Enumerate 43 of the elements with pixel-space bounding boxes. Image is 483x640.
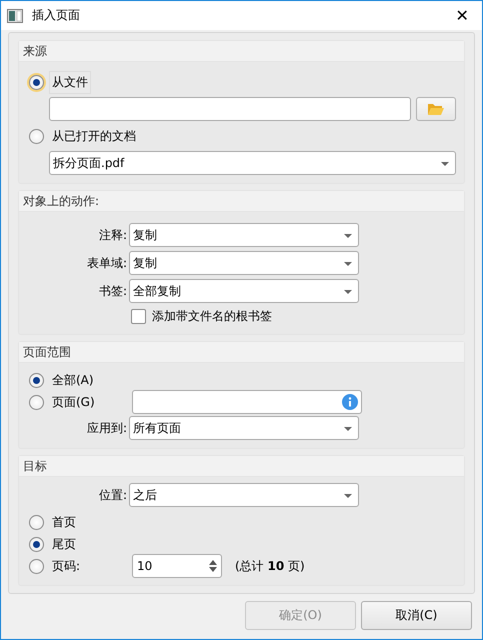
group-title: 页面范围	[19, 342, 464, 363]
radio-button[interactable]	[29, 128, 44, 144]
radio-label[interactable]: 页面(G)	[49, 390, 127, 414]
spin-arrows-icon	[209, 559, 217, 573]
dropdown[interactable]: 复制	[129, 251, 359, 275]
document-dropdown[interactable]: 拆分页面.pdf	[49, 151, 456, 175]
close-button[interactable]: ✕	[442, 1, 482, 30]
app-icon	[7, 8, 23, 22]
dropdown[interactable]: 全部复制	[129, 279, 359, 303]
radio-label[interactable]: 首页	[49, 510, 127, 534]
radio-label[interactable]: 从文件	[49, 70, 91, 94]
group-title: 对象上的动作:	[19, 191, 464, 212]
radio-button[interactable]	[29, 558, 44, 574]
page-number-spinbox[interactable]: 10	[132, 554, 222, 578]
checkbox[interactable]	[131, 309, 146, 324]
radio-button[interactable]	[29, 536, 44, 552]
radio-button[interactable]	[29, 394, 44, 410]
radio-button[interactable]	[29, 372, 44, 388]
field-label: 注释:	[98, 226, 128, 244]
apply-to-dropdown[interactable]: 所有页面	[129, 416, 359, 440]
radio-label[interactable]: 页码:	[49, 554, 127, 578]
field-label: 书签:	[98, 282, 128, 300]
dropdown[interactable]: 复制	[129, 223, 359, 247]
pages-field[interactable]	[132, 390, 362, 414]
field-label: 应用到:	[86, 420, 128, 436]
folder-icon	[427, 102, 446, 116]
radio-button[interactable]	[29, 514, 44, 530]
group-title: 目标	[19, 456, 464, 477]
field-label: 位置:	[98, 486, 128, 504]
file-path-field[interactable]	[49, 97, 412, 121]
group-title: 来源	[19, 41, 464, 62]
field-label: 表单域:	[86, 254, 128, 272]
radio-label[interactable]: 全部(A)	[49, 368, 127, 392]
browse-button[interactable]	[416, 97, 456, 121]
position-dropdown[interactable]: 之后	[129, 483, 359, 507]
checkbox-label[interactable]: 添加带文件名的根书签	[152, 308, 272, 325]
radio-label[interactable]: 尾页	[49, 532, 127, 556]
total-pages-text: (总计 10 页)	[235, 558, 305, 574]
info-icon	[342, 394, 358, 410]
radio-button[interactable]	[29, 74, 44, 90]
window-title: 插入页面	[32, 7, 81, 24]
radio-label[interactable]: 从已打开的文档	[49, 124, 139, 148]
dialog-button[interactable]: 取消(C)	[361, 601, 472, 630]
